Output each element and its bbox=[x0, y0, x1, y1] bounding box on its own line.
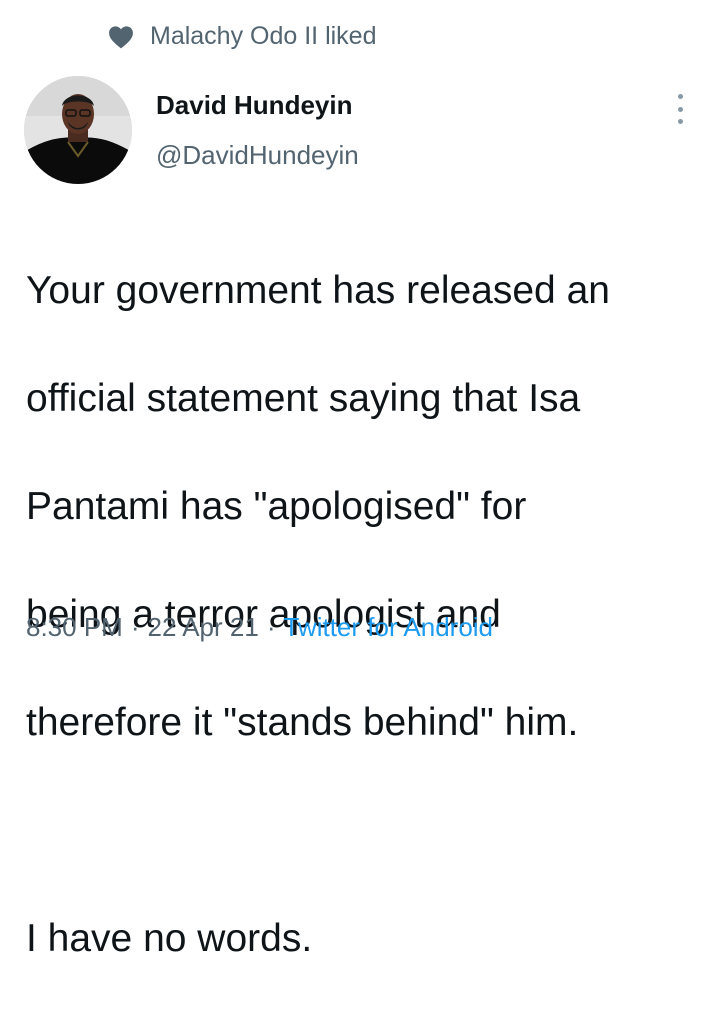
paragraph-gap bbox=[26, 804, 706, 858]
tweet-source-link[interactable]: Twitter for Android bbox=[283, 612, 493, 643]
avatar[interactable] bbox=[24, 76, 132, 184]
more-options-icon[interactable] bbox=[670, 94, 690, 124]
author-handle[interactable]: @DavidHundeyin bbox=[156, 140, 359, 171]
meta-separator: · bbox=[123, 612, 148, 643]
avatar-photo bbox=[24, 76, 132, 184]
heart-icon bbox=[108, 25, 134, 49]
tweet-date[interactable]: 22 Apr 21 bbox=[148, 612, 259, 643]
meta-separator: · bbox=[259, 612, 284, 643]
tweet-closing-line: I have no words. bbox=[26, 912, 706, 966]
author-name[interactable]: David Hundeyin bbox=[156, 90, 352, 121]
tweet-line: Pantami has "apologised" for bbox=[26, 480, 706, 534]
social-context[interactable]: Malachy Odo II liked bbox=[108, 22, 377, 51]
tweet-line: therefore it "stands behind" him. bbox=[26, 696, 706, 750]
tweet-meta: 8:30 PM · 22 Apr 21 · Twitter for Androi… bbox=[26, 612, 493, 643]
tweet-time[interactable]: 8:30 PM bbox=[26, 612, 123, 643]
tweet-line: official statement saying that Isa bbox=[26, 372, 706, 426]
social-context-text: Malachy Odo II liked bbox=[150, 22, 377, 51]
tweet-line: Your government has released an bbox=[26, 264, 706, 318]
